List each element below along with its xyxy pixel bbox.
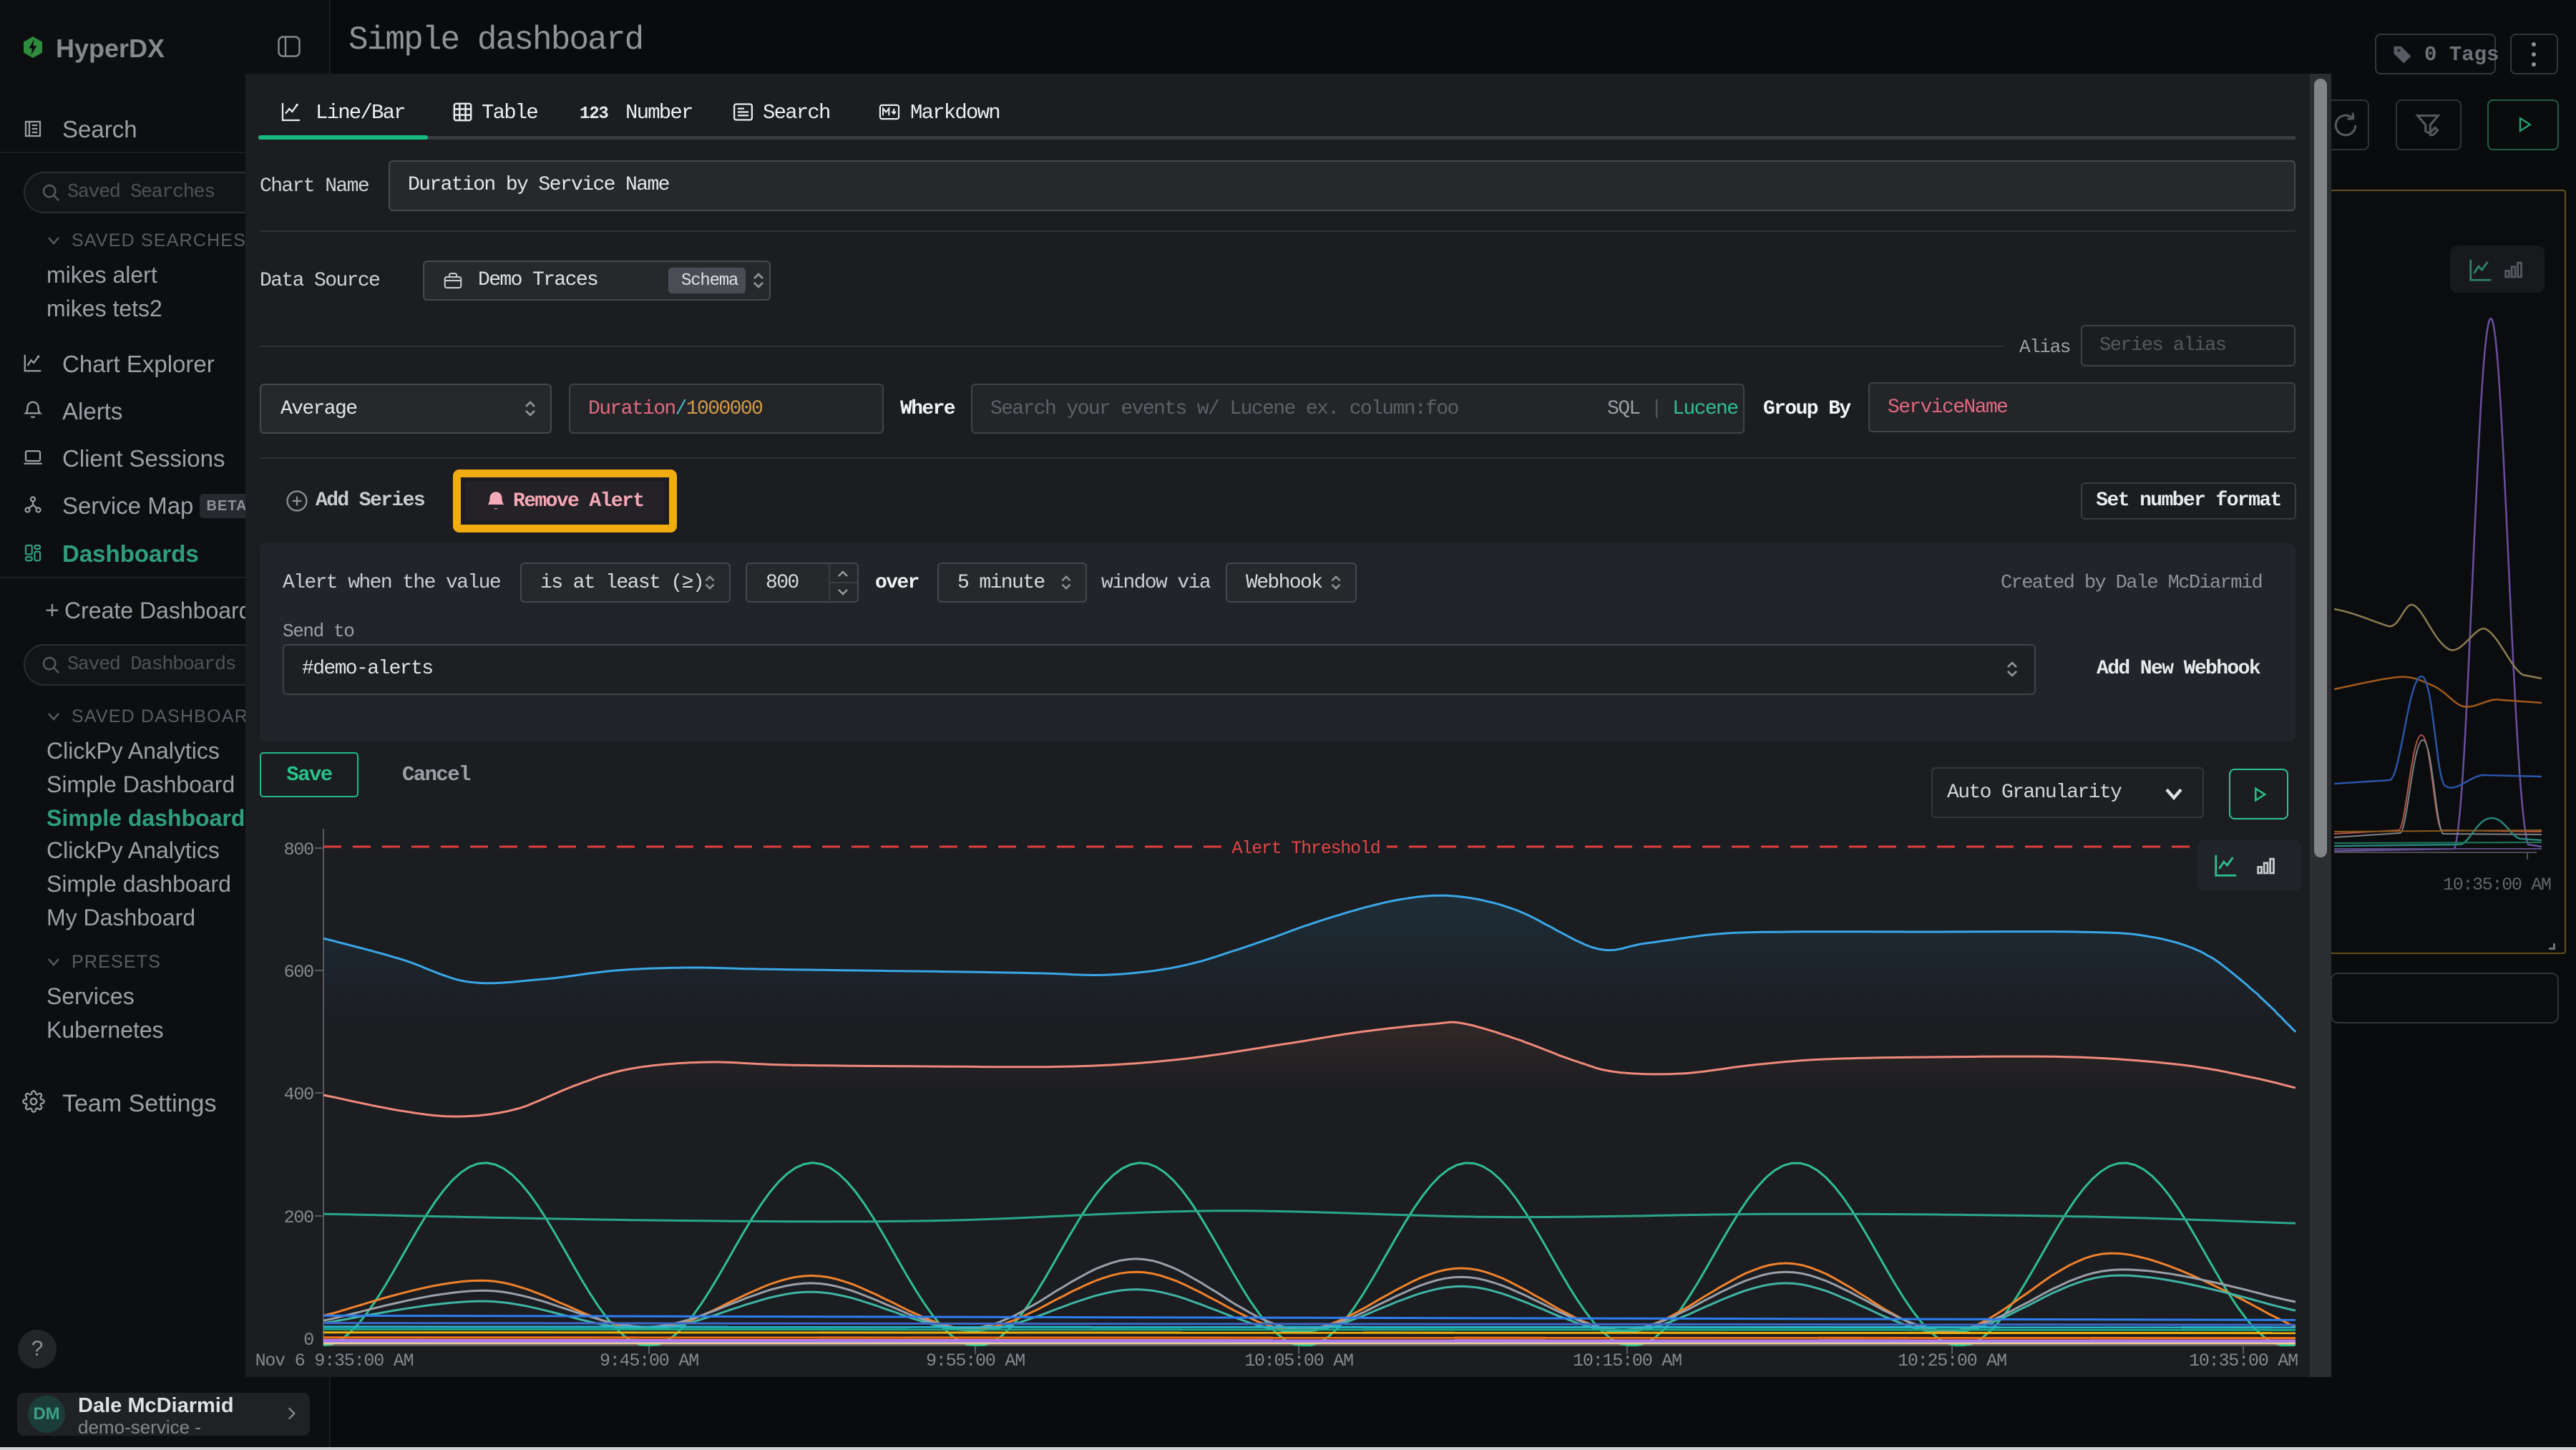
svg-text:10:25:00 AM: 10:25:00 AM	[1898, 1351, 2006, 1371]
svg-text:0: 0	[303, 1330, 313, 1351]
svg-text:200: 200	[284, 1207, 314, 1228]
svg-text:9:55:00 AM: 9:55:00 AM	[926, 1351, 1025, 1371]
svg-text:600: 600	[284, 962, 314, 983]
svg-text:400: 400	[284, 1084, 314, 1105]
svg-text:9:45:00 AM: 9:45:00 AM	[600, 1351, 698, 1371]
svg-text:10:15:00 AM: 10:15:00 AM	[1573, 1351, 1682, 1371]
svg-text:10:05:00 AM: 10:05:00 AM	[1244, 1351, 1353, 1371]
svg-text:Nov 6 9:35:00 AM: Nov 6 9:35:00 AM	[255, 1351, 414, 1371]
svg-text:Alert Threshold: Alert Threshold	[1231, 838, 1380, 859]
svg-text:10:35:00 AM: 10:35:00 AM	[2189, 1351, 2298, 1371]
svg-text:800: 800	[284, 840, 314, 860]
